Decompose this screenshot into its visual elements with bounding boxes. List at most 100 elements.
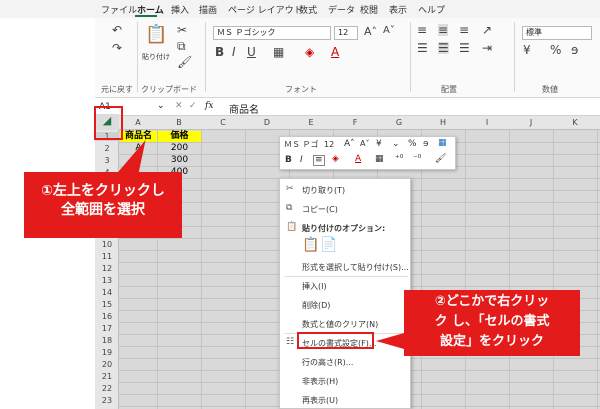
column-header-h[interactable]: H bbox=[421, 118, 465, 127]
orientation-icon[interactable]: ↗ bbox=[482, 24, 492, 36]
number-format-select[interactable]: 標準 bbox=[522, 26, 592, 40]
mini-font-select[interactable]: ＭＳ Ｐゴ bbox=[284, 141, 319, 149]
confirm-entry-icon[interactable]: ✓ bbox=[189, 101, 197, 111]
format-painter-icon[interactable]: 🖌 bbox=[177, 56, 192, 68]
tab-page-layout[interactable]: ページ レイアウト bbox=[228, 3, 303, 16]
menu-item-copy[interactable]: コピー(C) bbox=[302, 204, 338, 215]
row-header-20[interactable]: 20 bbox=[95, 360, 119, 369]
currency-icon[interactable]: ¥ bbox=[376, 140, 382, 149]
cell-b1[interactable]: 価格 bbox=[158, 131, 201, 142]
mini-size-select[interactable]: 12 bbox=[324, 141, 334, 149]
mini-bold-button[interactable]: B bbox=[285, 156, 292, 165]
row-header-11[interactable]: 11 bbox=[95, 252, 119, 261]
row-header-14[interactable]: 14 bbox=[95, 288, 119, 297]
percent-icon[interactable]: % bbox=[550, 44, 561, 56]
copy-icon[interactable]: ⧉ bbox=[177, 40, 186, 52]
menu-item-clear[interactable]: 数式と値のクリア(N) bbox=[302, 319, 378, 330]
mini-border-icon[interactable]: ▦ bbox=[375, 155, 384, 164]
mini-italic-button[interactable]: I bbox=[300, 156, 303, 165]
increase-font-icon[interactable]: A˄ bbox=[344, 140, 355, 149]
column-header-d[interactable]: D bbox=[245, 118, 289, 127]
insert-function-icon[interactable]: fx bbox=[205, 101, 213, 111]
menu-item-unhide[interactable]: 再表示(U) bbox=[302, 395, 338, 406]
border-icon[interactable]: ▦ bbox=[273, 46, 284, 58]
format-painter-icon[interactable]: 🖌 bbox=[435, 155, 446, 164]
column-header-j[interactable]: J bbox=[509, 118, 553, 127]
cancel-entry-icon[interactable]: ✕ bbox=[175, 101, 183, 111]
menu-item-delete[interactable]: 削除(D) bbox=[302, 300, 330, 311]
paste-label[interactable]: 貼り付け bbox=[142, 52, 170, 62]
align-middle-icon[interactable]: ≡ bbox=[438, 24, 449, 36]
decrease-decimal-icon[interactable]: ⁻⁰ bbox=[413, 155, 421, 164]
percent-icon[interactable]: % bbox=[408, 140, 417, 149]
cell-b2[interactable]: 200 bbox=[158, 143, 201, 154]
formula-input[interactable]: 商品名 bbox=[229, 101, 259, 116]
cell-b3[interactable]: 300 bbox=[158, 155, 201, 166]
font-name-select[interactable]: ＭＳ Ｐゴシック bbox=[213, 26, 331, 40]
tab-view[interactable]: 表示 bbox=[389, 3, 407, 16]
row-header-13[interactable]: 13 bbox=[95, 276, 119, 285]
tab-draw[interactable]: 描画 bbox=[199, 3, 217, 16]
mini-fill-color-icon[interactable]: ◈ bbox=[332, 155, 339, 164]
font-color-icon[interactable]: A bbox=[331, 46, 339, 58]
row-header-23[interactable]: 23 bbox=[95, 396, 119, 405]
column-header-k[interactable]: K bbox=[553, 118, 597, 127]
row-header-2[interactable]: 2 bbox=[95, 144, 119, 153]
column-header-i[interactable]: I bbox=[465, 118, 509, 127]
align-center-icon[interactable]: ☰ bbox=[438, 42, 449, 54]
undo-icon[interactable]: ↶ bbox=[112, 24, 122, 36]
menu-item-insert[interactable]: 挿入(I) bbox=[302, 281, 327, 292]
tab-review[interactable]: 校閲 bbox=[360, 3, 378, 16]
row-header-16[interactable]: 16 bbox=[95, 312, 119, 321]
comma-icon[interactable]: ɘ bbox=[571, 44, 578, 56]
menu-item-row-height[interactable]: 行の高さ(R)... bbox=[302, 357, 353, 368]
column-header-b[interactable]: B bbox=[157, 118, 201, 127]
column-header-a[interactable]: A bbox=[119, 118, 157, 127]
align-top-icon[interactable]: ≡ bbox=[417, 24, 427, 36]
fill-color-icon[interactable]: ◈ bbox=[305, 46, 314, 58]
row-header-19[interactable]: 19 bbox=[95, 348, 119, 357]
increase-font-icon[interactable]: A˄ bbox=[364, 26, 377, 37]
align-bottom-icon[interactable]: ≡ bbox=[459, 24, 469, 36]
column-header-f[interactable]: F bbox=[333, 118, 377, 127]
tab-insert[interactable]: 挿入 bbox=[171, 3, 189, 16]
decrease-font-icon[interactable]: A˅ bbox=[360, 140, 369, 148]
column-header-c[interactable]: C bbox=[201, 118, 245, 127]
format-table-icon[interactable]: ▦ bbox=[438, 139, 447, 148]
row-header-12[interactable]: 12 bbox=[95, 264, 119, 273]
menu-item-hide[interactable]: 非表示(H) bbox=[302, 376, 338, 387]
paste-values-icon[interactable]: 📄 bbox=[320, 237, 337, 253]
row-header-10[interactable]: 10 bbox=[95, 240, 119, 249]
row-header-22[interactable]: 22 bbox=[95, 384, 119, 393]
tab-formulas[interactable]: 数式 bbox=[299, 3, 317, 16]
paste-icon[interactable]: 📋 bbox=[145, 26, 167, 44]
align-right-icon[interactable]: ☰ bbox=[459, 42, 470, 54]
row-header-21[interactable]: 21 bbox=[95, 372, 119, 381]
menu-item-cut[interactable]: 切り取り(T) bbox=[302, 185, 345, 196]
name-box-dropdown-icon[interactable]: ⌄ bbox=[157, 101, 165, 111]
row-header-17[interactable]: 17 bbox=[95, 324, 119, 333]
decrease-font-icon[interactable]: A˅ bbox=[383, 26, 395, 36]
cut-icon[interactable]: ✂ bbox=[177, 24, 187, 36]
currency-icon[interactable]: ¥ bbox=[523, 44, 531, 56]
mini-font-color-icon[interactable]: A bbox=[355, 155, 361, 164]
bold-icon[interactable]: B bbox=[215, 46, 224, 58]
align-left-icon[interactable]: ☰ bbox=[417, 42, 428, 54]
indent-icon[interactable]: ⇥ bbox=[482, 42, 492, 54]
tab-help[interactable]: ヘルプ bbox=[418, 3, 445, 16]
row-header-18[interactable]: 18 bbox=[95, 336, 119, 345]
tab-data[interactable]: データ bbox=[328, 3, 355, 16]
comma-style-icon[interactable]: ɘ bbox=[423, 140, 429, 149]
paste-icon[interactable]: 📋 bbox=[302, 237, 319, 253]
italic-icon[interactable]: I bbox=[232, 46, 236, 58]
row-header-15[interactable]: 15 bbox=[95, 300, 119, 309]
column-header-g[interactable]: G bbox=[377, 118, 421, 127]
underline-icon[interactable]: U bbox=[247, 46, 256, 58]
increase-decimal-icon[interactable]: ⁺⁰ bbox=[395, 155, 403, 164]
row-header-3[interactable]: 3 bbox=[95, 156, 119, 165]
menu-item-paste-special[interactable]: 形式を選択して貼り付け(S)... bbox=[302, 262, 409, 273]
column-header-e[interactable]: E bbox=[289, 118, 333, 127]
comma-icon[interactable]: ⌄ bbox=[392, 140, 400, 149]
tab-file[interactable]: ファイル bbox=[101, 3, 137, 16]
font-size-select[interactable]: 12 bbox=[334, 26, 358, 40]
